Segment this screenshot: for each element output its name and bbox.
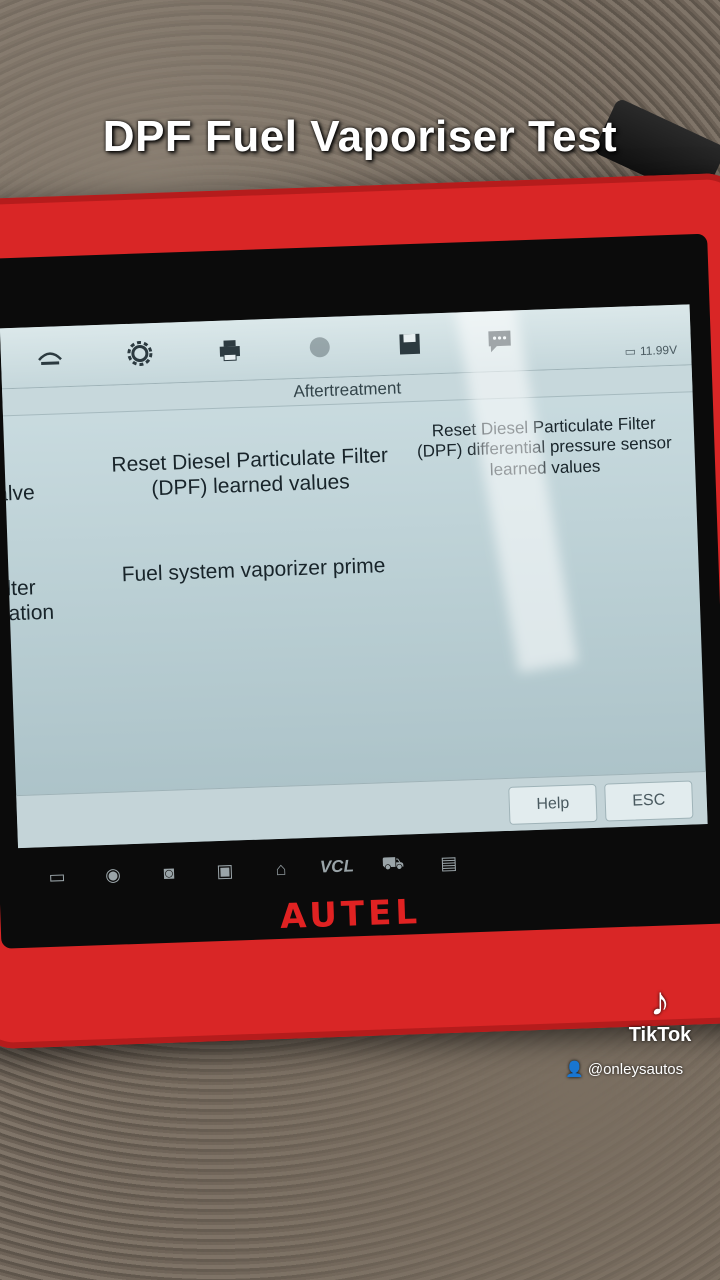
function-item[interactable]: Filter eration: [0, 573, 90, 627]
save-icon: [399, 333, 421, 355]
video-caption: DPF Fuel Vaporiser Test: [102, 112, 618, 161]
pro-icon[interactable]: ▤: [421, 852, 478, 875]
function-item[interactable]: Reset Diesel Particulate Filter (DPF) le…: [104, 443, 396, 503]
user-handle: 👤 @onleysautos: [565, 1060, 683, 1078]
chrome-icon[interactable]: ◉: [85, 863, 142, 886]
vehicle-lift-button[interactable]: [10, 331, 90, 382]
user-icon: 👤: [565, 1061, 584, 1078]
function-item-fuel-vaporizer-prime[interactable]: Fuel system vaporizer prime: [118, 553, 389, 588]
tiktok-label: TikTok: [628, 1024, 692, 1046]
settings-icon: [127, 341, 153, 367]
car-icon[interactable]: ⛟: [364, 852, 421, 878]
function-item[interactable]: s valve: [0, 454, 66, 507]
settings-button[interactable]: [100, 328, 180, 379]
bottom-bar: Help ESC: [16, 771, 708, 849]
home-icon[interactable]: ⌂: [253, 857, 310, 880]
print-icon: [219, 340, 241, 362]
function-grid: s valve Reset Diesel Particulate Filter …: [0, 392, 703, 716]
vcl-icon[interactable]: VCL: [309, 856, 366, 878]
camera-icon[interactable]: ◙: [141, 861, 198, 884]
tiktok-icon: ♪: [650, 980, 670, 1024]
vehicle-lift-icon: [38, 352, 62, 365]
battery-icon: ▭: [624, 344, 637, 359]
disabled-button[interactable]: [280, 322, 360, 373]
tiktok-watermark: ♪ TikTok: [600, 980, 720, 1047]
window-icon[interactable]: ▭: [29, 865, 86, 888]
help-button[interactable]: Help: [508, 783, 598, 825]
screen-record-icon[interactable]: ▣: [197, 859, 254, 882]
battery-voltage: ▭ 11.99V: [624, 343, 677, 367]
handle-text: @onleysautos: [587, 1061, 684, 1078]
battery-value: 11.99V: [639, 342, 678, 359]
esc-button[interactable]: ESC: [604, 780, 694, 822]
autel-tablet: ▭ 11.99V Aftertreatment s valve Reset Di…: [0, 172, 720, 1050]
print-button[interactable]: [190, 325, 270, 376]
save-button[interactable]: [370, 319, 450, 370]
tablet-bezel: ▭ 11.99V Aftertreatment s valve Reset Di…: [0, 233, 720, 949]
tablet-screen: ▭ 11.99V Aftertreatment s valve Reset Di…: [0, 304, 708, 849]
disabled-icon: [309, 337, 330, 358]
